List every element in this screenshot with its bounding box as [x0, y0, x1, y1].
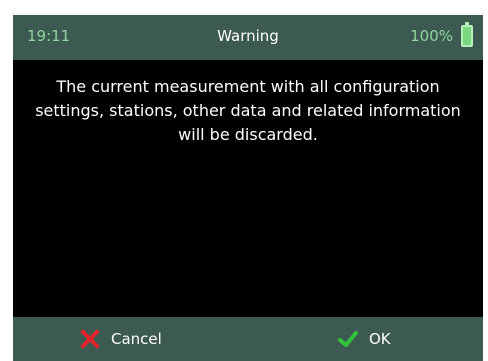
check-icon: [338, 331, 358, 347]
ok-label: OK: [369, 330, 391, 348]
status-bar: 19:11 Warning 100%: [13, 15, 483, 60]
battery-full-icon: [461, 22, 473, 47]
cancel-label: Cancel: [111, 330, 162, 348]
dialog-footer: Cancel OK: [13, 317, 483, 361]
ok-button[interactable]: OK: [337, 317, 391, 361]
battery-percentage: 100%: [410, 27, 453, 45]
close-icon: [80, 329, 100, 349]
cancel-button[interactable]: Cancel: [79, 317, 162, 361]
warning-message: The current measurement with all configu…: [35, 77, 461, 144]
device-screen: 19:11 Warning 100% The current measureme…: [13, 15, 483, 361]
